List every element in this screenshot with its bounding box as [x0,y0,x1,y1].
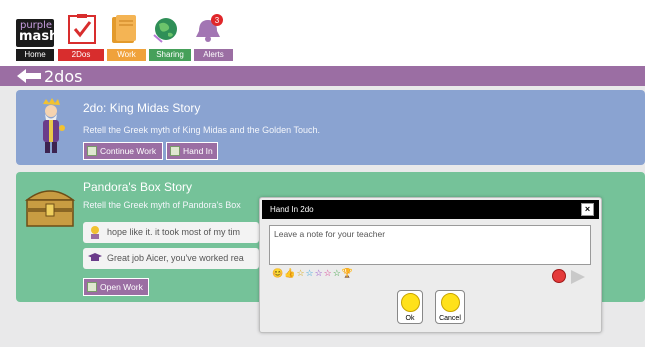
star-emoji-icon[interactable]: ☆ [296,267,304,279]
star-emoji-icon[interactable]: ☆ [315,267,323,279]
page-title: 2dos [44,67,83,86]
hand-in-icon [170,146,180,156]
top-navigation-bar: purple mash 3 Home 2Dos Work Sharing Ale… [0,0,645,66]
open-work-label: Open Work [100,282,143,292]
hand-in-label: Hand In [183,146,213,156]
teacher-comment-text: Great job Aicer, you've worked rea [107,253,244,263]
continue-work-label: Continue Work [100,146,157,156]
dialog-header: Hand In 2do × [262,200,599,219]
back-arrow-icon[interactable] [16,68,42,84]
page-title-bar: 2dos [0,66,645,86]
treasure-chest-icon [24,190,76,227]
card-title: 2do: King Midas Story [83,101,201,115]
logo-text-mash: mash [19,29,59,44]
graduation-cap-icon [88,253,102,261]
ok-label: Ok [405,315,415,322]
open-work-icon [87,282,97,292]
open-work-button[interactable]: Open Work [83,278,149,296]
trophy-emoji-icon[interactable]: 🏆 [342,267,353,279]
globe-icon[interactable] [150,14,182,44]
checklist-icon[interactable] [66,14,98,44]
todo-card-king-midas: 2do: King Midas Story Retell the Greek m… [16,90,645,165]
star-emoji-icon[interactable]: ☆ [306,267,314,279]
neutral-face-icon [441,293,460,312]
card-description: Retell the Greek myth of Pandora's Box [83,200,241,210]
bell-icon[interactable]: 3 [192,14,224,44]
record-audio-button[interactable] [552,269,566,283]
nav-alerts[interactable]: Alerts [194,49,233,61]
nav-sharing[interactable]: Sharing [149,49,191,61]
ok-button[interactable]: Ok [397,290,423,324]
emoji-picker: 😊 👍 ☆ ☆ ☆ ☆ ☆ 🏆 [272,267,353,279]
teacher-comment: Great job Aicer, you've worked rea [83,248,259,269]
alerts-count-badge: 3 [215,16,220,25]
continue-work-icon [87,146,97,156]
star-emoji-icon[interactable]: ☆ [333,267,341,279]
teacher-note-input[interactable] [269,225,591,265]
student-comment: hope like it. it took most of my tim [83,222,259,243]
play-audio-button[interactable] [571,270,585,284]
close-button[interactable]: × [581,203,594,216]
king-midas-icon [43,98,65,153]
dialog-title: Hand In 2do [270,205,314,214]
close-icon: × [584,204,591,214]
nav-work[interactable]: Work [107,49,146,61]
purple-mash-logo[interactable]: purple mash [16,19,58,47]
folders-icon[interactable] [108,14,140,44]
nav-home[interactable]: Home [16,49,54,61]
happy-face-icon [401,293,420,312]
student-comment-text: hope like it. it took most of my tim [107,227,241,237]
cancel-button[interactable]: Cancel [435,290,465,324]
smiley-emoji-icon[interactable]: 😊 [272,267,283,279]
card-title: Pandora's Box Story [83,180,193,194]
star-emoji-icon[interactable]: ☆ [324,267,332,279]
continue-work-button[interactable]: Continue Work [83,142,163,160]
thumbs-up-emoji-icon[interactable]: 👍 [284,267,295,279]
nav-2dos[interactable]: 2Dos [58,49,104,61]
cancel-label: Cancel [439,315,461,322]
student-avatar-icon [91,226,99,239]
card-description: Retell the Greek myth of King Midas and … [83,125,320,135]
hand-in-dialog: Hand In 2do × 😊 👍 ☆ ☆ ☆ ☆ ☆ 🏆 Ok Cancel [259,197,602,333]
hand-in-button[interactable]: Hand In [166,142,218,160]
